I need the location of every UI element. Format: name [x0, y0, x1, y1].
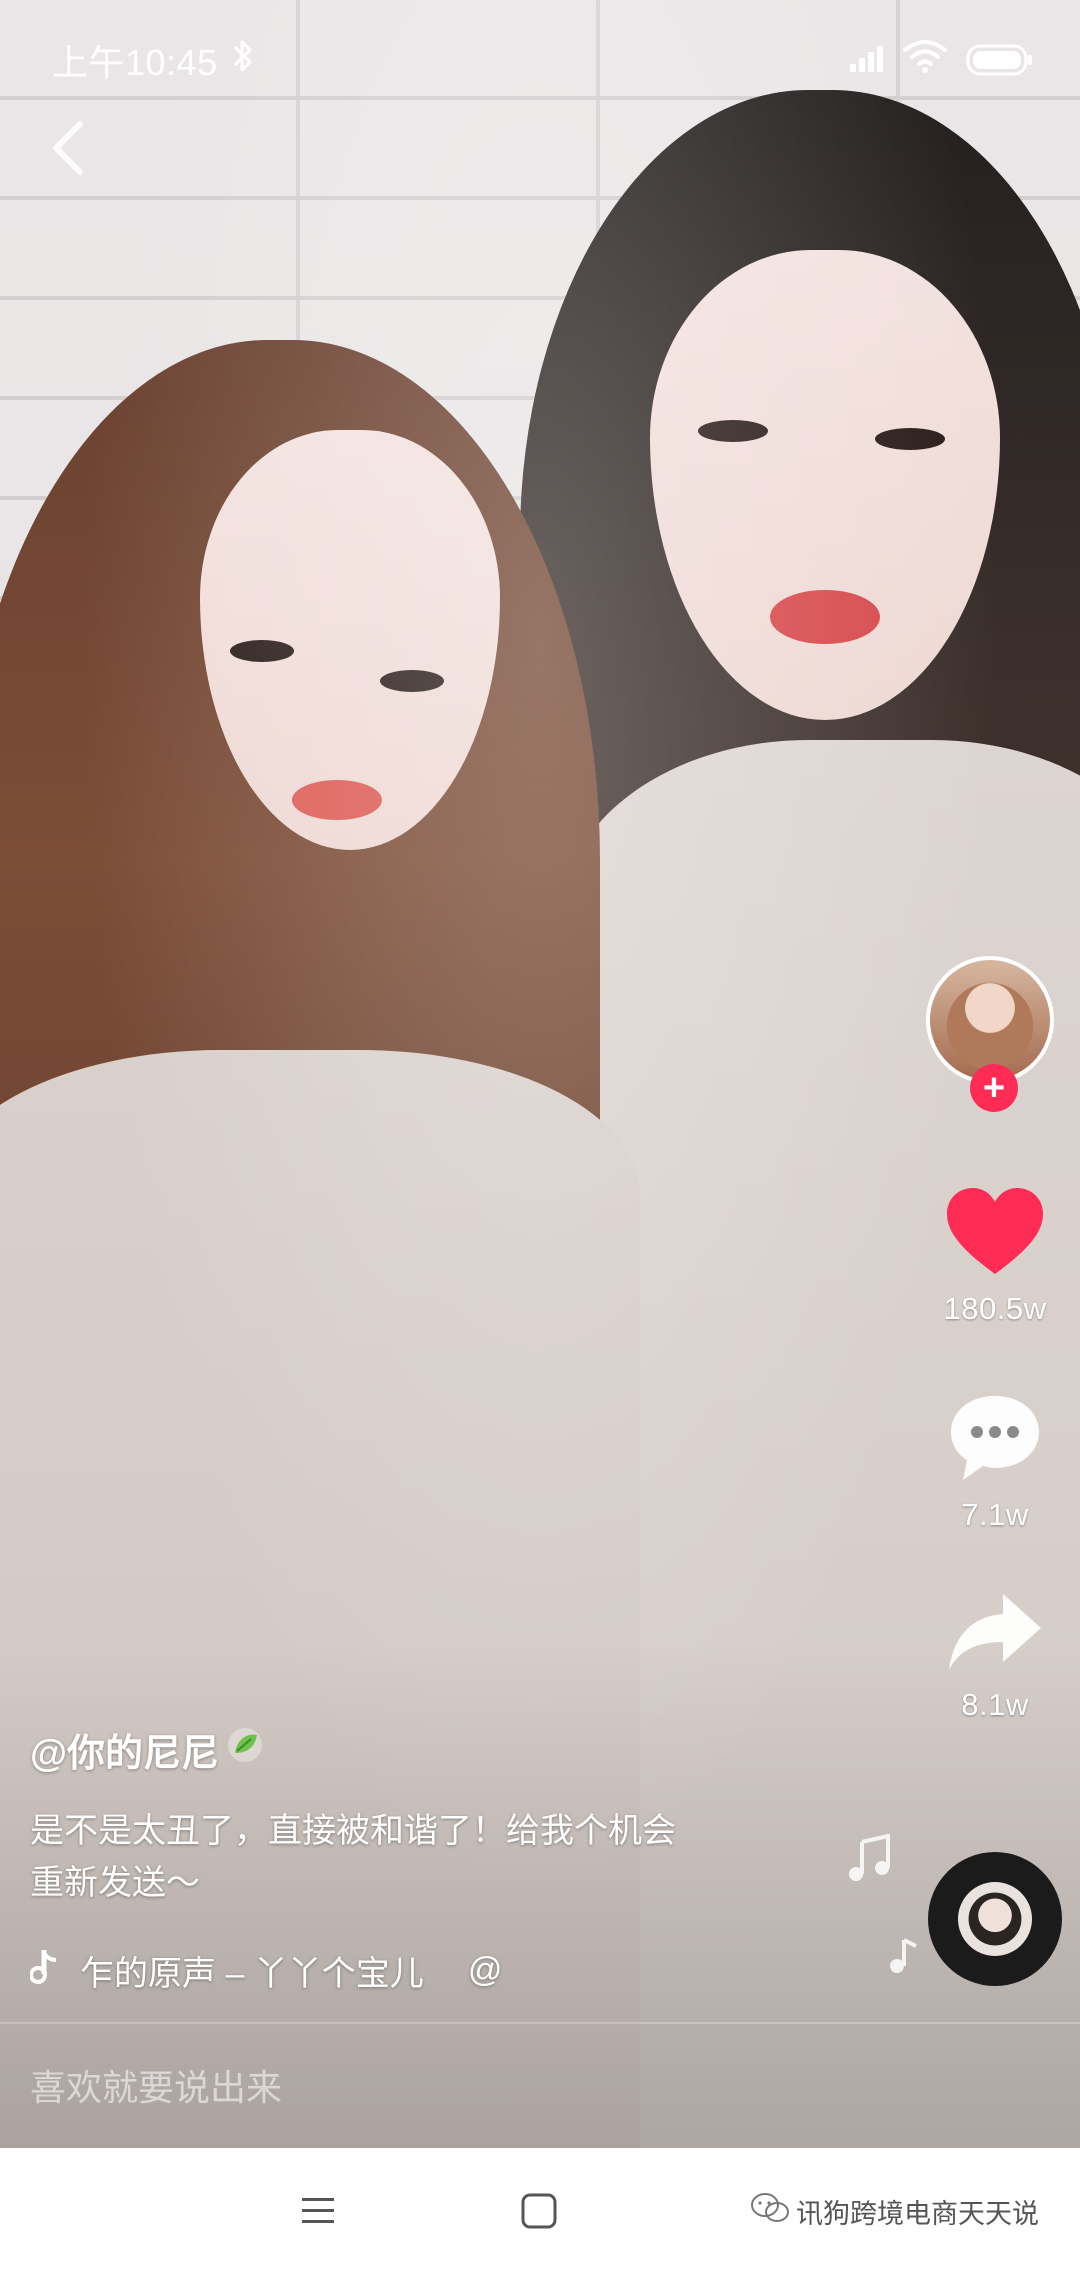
divider	[0, 2022, 1080, 2024]
home-square-icon[interactable]	[520, 2192, 558, 2235]
comment-button[interactable]: 7.1w	[920, 1392, 1070, 1533]
menu-icon[interactable]	[300, 2194, 336, 2233]
tiktok-note-icon	[29, 1948, 58, 1993]
share-count: 8.1w	[961, 1687, 1029, 1722]
music-disc-button[interactable]	[928, 1852, 1062, 1986]
follow-button[interactable]: +	[970, 1064, 1018, 1112]
author-avatar-group: +	[926, 956, 1062, 1112]
watermark-text: 讯狗跨境电商天天说	[796, 2199, 1039, 2229]
watermark: 讯狗跨境电商天天说	[744, 2192, 1045, 2231]
author-username[interactable]: @你的尼尼	[30, 1722, 850, 1777]
music-title: 乍的原声 – 丫丫个宝儿	[80, 1955, 424, 1993]
share-button[interactable]: 8.1w	[920, 1590, 1070, 1723]
share-arrow-icon	[945, 1590, 1045, 1679]
music-info[interactable]: 乍的原声 – 丫丫个宝儿 @	[29, 1946, 850, 1995]
system-nav-bar: 讯狗跨境电商天天说	[0, 2148, 1080, 2280]
comment-count: 7.1w	[961, 1497, 1029, 1532]
video-caption: @你的尼尼 是不是太丑了，直接被和谐了！给我个机会 重新发送～	[30, 1722, 850, 1909]
status-bar: 上午10:45	[0, 0, 1080, 110]
music-note-icon	[846, 1833, 896, 1889]
like-button[interactable]: 180.5w	[920, 1186, 1070, 1327]
video-screen: 上午10:45 + 180.5w 7.1w 8.1w @你的尼尼 是不是太丑了，…	[0, 0, 1080, 2280]
caption-line: 重新发送～	[30, 1864, 200, 1902]
chevron-left-icon	[50, 120, 86, 181]
comment-input[interactable]: 喜欢就要说出来	[30, 2058, 1030, 2118]
music-note-icon	[884, 1936, 920, 1981]
signal-icon	[850, 44, 890, 79]
caption-line: 是不是太丑了，直接被和谐了！给我个机会	[30, 1812, 676, 1850]
bluetooth-icon	[232, 38, 254, 79]
heart-icon	[945, 1186, 1045, 1283]
back-button[interactable]	[38, 110, 98, 190]
caption-text: 是不是太丑了，直接被和谐了！给我个机会 重新发送～	[30, 1805, 850, 1909]
wifi-icon	[902, 38, 948, 79]
status-time: 上午10:45	[52, 42, 218, 83]
username-text: @你的尼尼	[30, 1733, 220, 1775]
music-mention: @	[467, 1951, 503, 1989]
battery-icon	[966, 44, 1034, 81]
leaf-badge-icon	[225, 1725, 265, 1775]
wechat-icon	[750, 2192, 790, 2231]
plus-icon: +	[982, 1067, 1006, 1109]
comment-bubble-icon	[947, 1392, 1043, 1489]
like-count: 180.5w	[943, 1291, 1047, 1326]
music-cover-image	[958, 1882, 1032, 1956]
